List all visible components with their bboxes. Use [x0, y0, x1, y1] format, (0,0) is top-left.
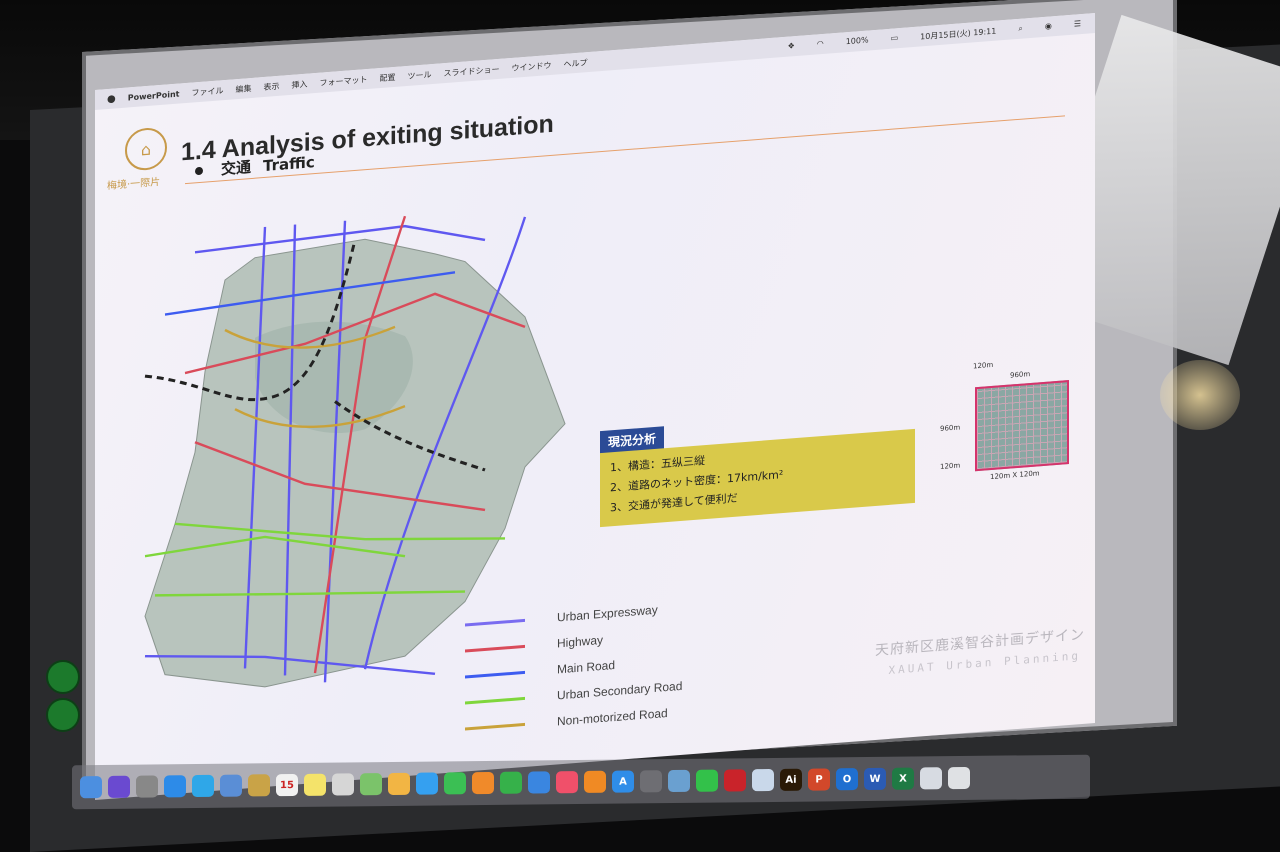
bullet-icon — [195, 166, 203, 175]
app-store-icon[interactable]: A — [612, 770, 634, 793]
menu-item[interactable]: ツール — [407, 69, 431, 82]
contacts-icon[interactable] — [332, 773, 354, 796]
dropbox-icon[interactable]: ❖ — [788, 41, 795, 53]
trash-icon[interactable] — [948, 766, 970, 790]
menu-list-icon[interactable]: ☰ — [1074, 19, 1081, 31]
stickies-icon[interactable] — [304, 773, 326, 796]
menu-item[interactable]: 編集 — [235, 82, 251, 94]
subtitle-en: Traffic — [263, 152, 315, 175]
excel-icon[interactable]: X — [892, 767, 914, 790]
menu-item[interactable]: ウインドウ — [511, 59, 551, 73]
dim-bottom: 120m X 120m — [990, 469, 1040, 482]
legend-swatch — [465, 670, 525, 679]
menu-item[interactable]: ヘルプ — [563, 57, 587, 70]
illustrator-icon[interactable]: Ai — [780, 768, 802, 791]
legend-label: Main Road — [557, 657, 616, 677]
facetime-icon[interactable] — [444, 772, 466, 795]
twitter-icon[interactable] — [192, 774, 214, 798]
magnet — [46, 660, 80, 694]
finder-folder-icon[interactable] — [752, 768, 774, 792]
finder-icon[interactable] — [80, 776, 102, 799]
menu-item[interactable]: 配置 — [379, 71, 395, 83]
legend-label: Non-motorized Road — [557, 705, 668, 729]
photos-icon[interactable] — [388, 772, 410, 796]
image-capture-icon[interactable] — [668, 769, 690, 793]
outlook-icon[interactable]: O — [836, 768, 858, 791]
app-menu[interactable]: PowerPoint — [128, 89, 180, 102]
safari-icon[interactable] — [164, 775, 186, 798]
logo-text: 梅境·一際片 — [107, 176, 161, 193]
battery-icon[interactable]: ▭ — [891, 33, 899, 45]
dim-top-large: 960m — [1010, 370, 1031, 380]
wifi-icon[interactable]: ◠ — [817, 38, 824, 50]
clock[interactable]: 10月15日(火) 19:11 — [920, 25, 996, 42]
menu-item[interactable]: スライドショー — [443, 63, 499, 78]
system-preferences-icon[interactable] — [640, 770, 662, 793]
pages-icon[interactable] — [472, 771, 494, 795]
desktop-icon[interactable] — [920, 767, 942, 790]
projected-screen: ● PowerPoint ファイル 編集 表示 挿入 フォーマット 配置 ツール… — [95, 13, 1095, 800]
legend-label: Highway — [557, 632, 604, 651]
preview-icon[interactable] — [220, 774, 242, 797]
launchpad-icon[interactable] — [136, 775, 158, 798]
apple-icon[interactable]: ● — [107, 93, 116, 105]
subtitle-jp: 交通 — [221, 157, 252, 179]
word-icon[interactable]: W — [864, 767, 886, 791]
logo-icon: ⌂ — [125, 126, 167, 172]
dim-side-small: 120m — [940, 461, 961, 471]
light-glare — [1160, 360, 1240, 430]
menu-item[interactable]: 挿入 — [291, 78, 307, 90]
numbers-icon[interactable] — [500, 771, 522, 794]
legend-swatch — [465, 644, 525, 653]
keynote-icon[interactable] — [528, 771, 550, 794]
line-icon[interactable] — [696, 769, 718, 792]
magnet — [46, 698, 80, 732]
legend-swatch — [465, 722, 525, 731]
siri-menubar-icon[interactable]: ◉ — [1045, 21, 1052, 33]
books-icon[interactable] — [584, 770, 606, 793]
music-icon[interactable] — [556, 771, 578, 794]
calendar-icon[interactable]: 15 — [276, 773, 298, 797]
map-legend: Urban Expressway Highway Main Road Urban… — [465, 595, 682, 742]
menu-item[interactable]: フォーマット — [319, 74, 367, 89]
legend-label: Urban Secondary Road — [557, 678, 683, 703]
search-icon[interactable]: ⌕ — [1018, 23, 1022, 34]
grid-diagram — [975, 380, 1069, 472]
dim-side-large: 960m — [940, 423, 961, 433]
powerpoint-icon[interactable]: P — [808, 768, 830, 791]
legend-swatch — [465, 618, 525, 627]
legend-swatch — [465, 696, 525, 705]
dim-top-small: 120m — [973, 360, 994, 371]
menu-item[interactable]: 表示 — [263, 80, 279, 92]
maps-icon[interactable] — [360, 773, 382, 796]
acrobat-icon[interactable] — [724, 769, 746, 792]
messages-icon[interactable] — [416, 772, 438, 795]
battery-text[interactable]: 100% — [846, 35, 869, 48]
menu-item[interactable]: ファイル — [191, 85, 223, 98]
siri-icon[interactable] — [108, 775, 130, 798]
notes-icon[interactable] — [248, 774, 270, 797]
legend-label: Urban Expressway — [557, 602, 658, 625]
